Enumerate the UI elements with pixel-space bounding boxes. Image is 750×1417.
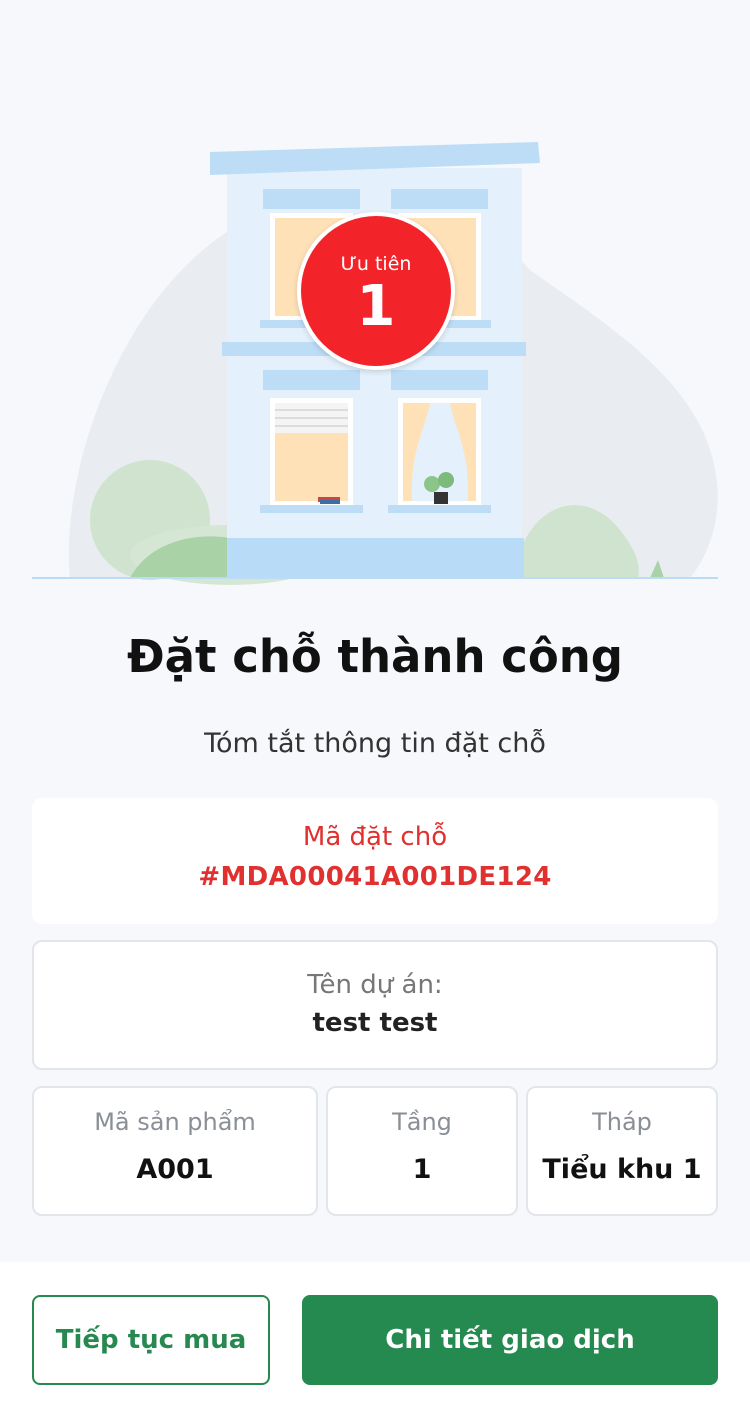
product-code-value: A001 (136, 1154, 214, 1185)
page-title: Đặt chỗ thành công (126, 630, 624, 683)
summary-subtitle: Tóm tắt thông tin đặt chỗ (204, 728, 546, 759)
project-name: test test (312, 1008, 438, 1038)
priority-number: 1 (356, 274, 396, 339)
product-code-label: Mã sản phẩm (94, 1108, 256, 1136)
project-card: Tên dự án: test test (32, 940, 718, 1070)
continue-shopping-button[interactable]: Tiếp tục mua (32, 1295, 270, 1385)
floor-label: Tầng (392, 1108, 452, 1136)
tower-card: Tháp Tiểu khu 1 (526, 1086, 718, 1216)
booking-code-label: Mã đặt chỗ (302, 822, 448, 852)
product-code-card: Mã sản phẩm A001 (32, 1086, 318, 1216)
priority-label: Ưu tiên (340, 253, 412, 275)
floor-card: Tầng 1 (326, 1086, 518, 1216)
booking-code-card: Mã đặt chỗ #MDA00041A001DE124 (32, 798, 718, 924)
floor-value: 1 (412, 1154, 432, 1185)
building-illustration: Ưu tiên 1 (0, 0, 750, 600)
tower-label: Tháp (592, 1108, 652, 1136)
priority-badge: Ưu tiên 1 (297, 212, 455, 370)
transaction-detail-button[interactable]: Chi tiết giao dịch (302, 1295, 718, 1385)
project-label: Tên dự án: (307, 970, 443, 1000)
tower-value: Tiểu khu 1 (542, 1154, 702, 1185)
booking-success-screen: Ưu tiên 1 Đặt chỗ thành công Tóm tắt thô… (0, 0, 750, 1417)
action-bar: Tiếp tục mua Chi tiết giao dịch (0, 1262, 750, 1417)
booking-code-value: #MDA00041A001DE124 (198, 862, 552, 892)
